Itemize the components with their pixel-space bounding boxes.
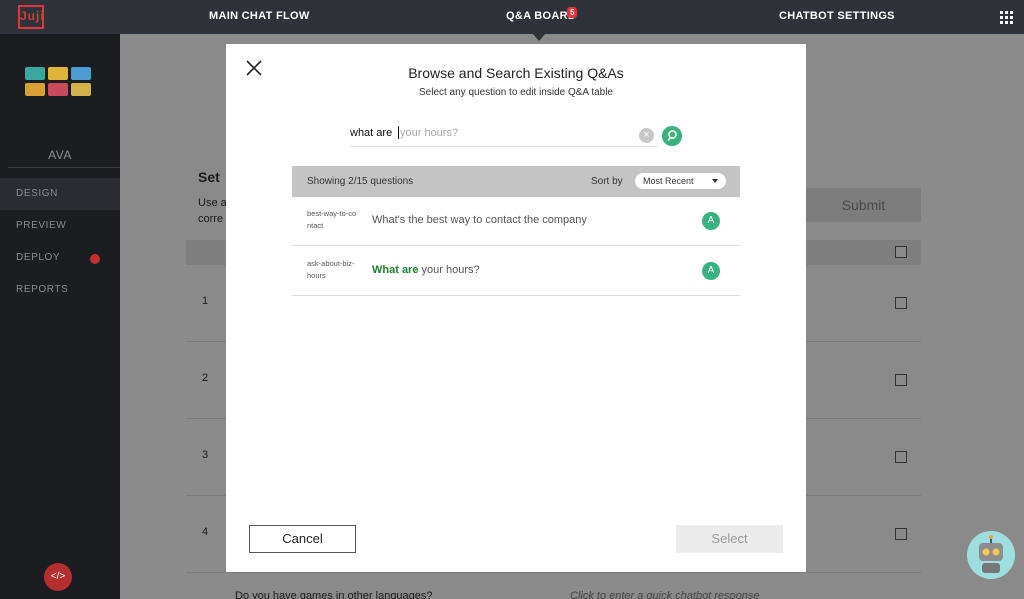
bot-avatar-grid <box>25 67 91 96</box>
sort-dropdown[interactable]: Most Recent <box>635 173 726 189</box>
bg-row-question: Do you have games in other languages? <box>235 590 433 599</box>
bg-row-checkbox <box>895 451 907 463</box>
bg-row-checkbox <box>895 528 907 540</box>
question-rest: your hours? <box>418 264 480 276</box>
juji-logo[interactable]: Juji <box>18 5 44 29</box>
sidebar-item-preview[interactable]: PREVIEW <box>0 210 120 242</box>
clear-search-icon[interactable]: × <box>639 128 654 143</box>
modal-subtitle: Select any question to edit inside Q&A t… <box>418 87 613 98</box>
apps-grid-icon[interactable] <box>1000 11 1013 24</box>
qa-count-badge: 5 <box>567 7 578 18</box>
bot-name: AVA <box>48 148 72 162</box>
sidebar: AVA DESIGN PREVIEW DEPLOY REPORTS <box>0 34 120 599</box>
sidebar-item-reports[interactable]: REPORTS <box>0 274 120 306</box>
answer-badge: A <box>702 262 720 280</box>
robot-assistant-icon[interactable] <box>967 531 1015 579</box>
results-header: Showing 2/15 questions Sort by Most Rece… <box>292 166 740 197</box>
nav-active-caret <box>533 34 545 41</box>
sidebar-item-design[interactable]: DESIGN <box>0 178 120 210</box>
row-number: 4 <box>202 526 209 538</box>
nav-chatbot-settings[interactable]: CHATBOT SETTINGS <box>779 10 895 22</box>
deploy-alert-dot <box>90 254 100 264</box>
question-row[interactable]: ask-about-biz-hours What are your hours?… <box>292 247 740 296</box>
sidebar-divider <box>8 167 120 168</box>
bg-row-checkbox <box>895 374 907 386</box>
results-count: Showing 2/15 questions <box>307 176 414 187</box>
question-rest: What's the best way to contact the compa… <box>372 214 587 226</box>
chevron-down-icon <box>712 179 718 183</box>
row-number: 1 <box>202 295 209 307</box>
nav-main-chat-flow[interactable]: MAIN CHAT FLOW <box>209 10 310 22</box>
question-match: What are <box>372 264 419 276</box>
sort-by-label: Sort by <box>591 176 623 187</box>
search-autocomplete-hint: your hours? <box>400 127 459 139</box>
nav-qa-board[interactable]: Q&A BOARD <box>506 10 576 22</box>
select-button[interactable]: Select <box>676 525 783 553</box>
question-row[interactable]: best-way-to-contact What's the best way … <box>292 197 740 246</box>
sort-value: Most Recent <box>643 176 694 186</box>
row-number: 2 <box>202 372 209 384</box>
question-text: What's the best way to contact the compa… <box>372 214 587 226</box>
search-typed-text: what are <box>350 127 393 139</box>
bg-select-all-checkbox <box>895 246 907 258</box>
bg-heading: Set <box>198 169 220 185</box>
cancel-button[interactable]: Cancel <box>249 525 356 553</box>
question-id: best-way-to-contact <box>307 209 357 230</box>
bg-description-2: corre <box>198 213 224 225</box>
text-cursor <box>398 126 399 139</box>
browse-qa-modal: Browse and Search Existing Q&As Select a… <box>226 44 806 572</box>
top-nav: Juji MAIN CHAT FLOW Q&A BOARD 5 CHATBOT … <box>0 0 1024 34</box>
sidebar-item-deploy[interactable]: DEPLOY <box>0 242 120 274</box>
bg-description: Use a <box>198 197 227 209</box>
question-id: ask-about-biz-hours <box>307 259 355 280</box>
bg-submit-button: Submit <box>806 188 921 222</box>
modal-title: Browse and Search Existing Q&As <box>408 65 624 81</box>
search-input[interactable]: what are your hours? <box>350 124 658 147</box>
answer-badge: A <box>702 212 720 230</box>
code-icon[interactable]: </> <box>44 563 72 591</box>
row-number: 3 <box>202 449 209 461</box>
bg-row-response: Click to enter a quick chatbot response <box>570 590 760 599</box>
search-icon[interactable] <box>662 126 682 146</box>
question-text: What are your hours? <box>372 264 480 276</box>
bg-row-checkbox <box>895 297 907 309</box>
